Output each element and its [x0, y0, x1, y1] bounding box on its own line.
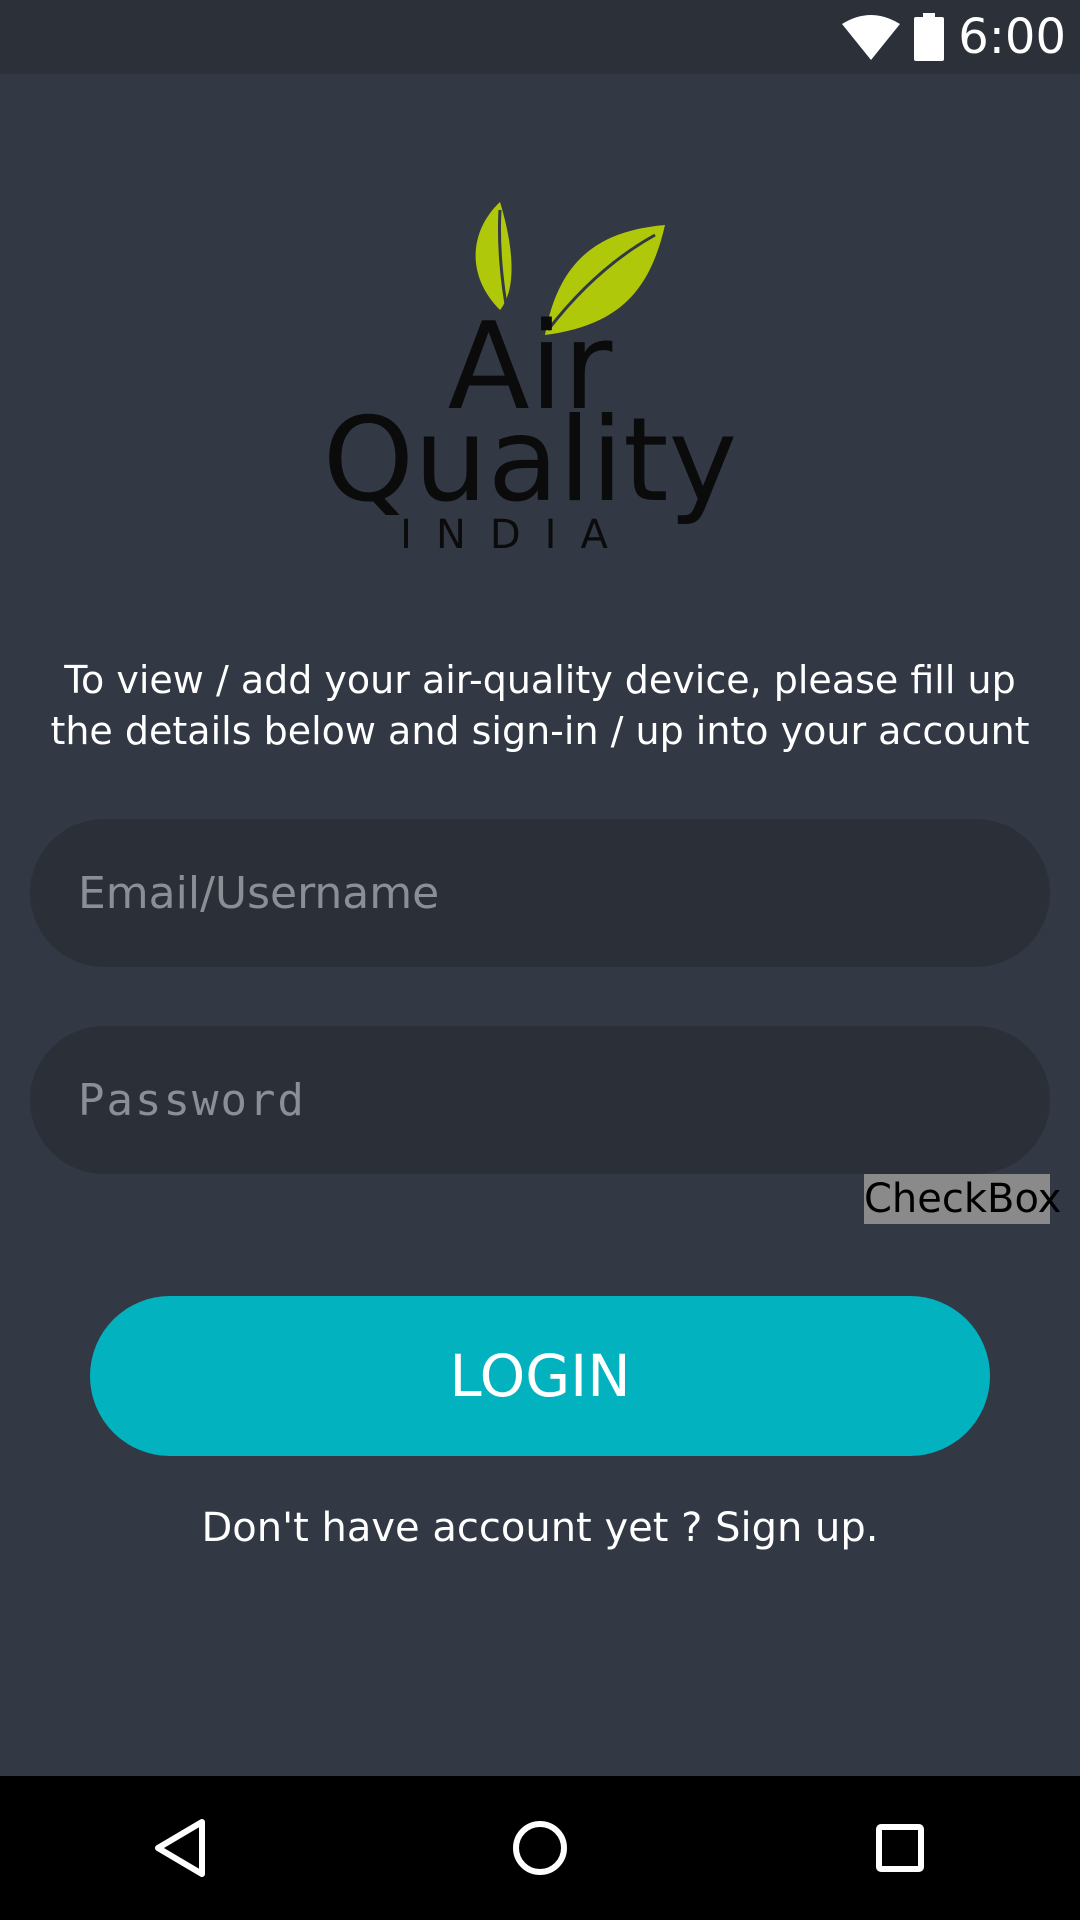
battery-icon — [914, 13, 945, 61]
home-icon — [513, 1821, 567, 1875]
recents-button[interactable] — [820, 1776, 980, 1920]
navigation-bar — [0, 1776, 1080, 1920]
status-time: 6:00 — [958, 9, 1066, 65]
signup-link[interactable]: Don't have account yet ? Sign up. — [0, 1505, 1080, 1551]
logo-india-text: INDIA — [400, 512, 632, 558]
back-icon — [155, 1819, 205, 1877]
status-bar: 6:00 — [0, 0, 1080, 74]
wifi-icon — [842, 15, 901, 60]
password-field-container[interactable] — [30, 1026, 1050, 1174]
show-password-checkbox[interactable]: CheckBox — [864, 1174, 1061, 1224]
login-button[interactable]: LOGIN — [90, 1296, 990, 1456]
logo-quality-text: Quality — [323, 393, 738, 528]
leaf-left-icon — [475, 202, 512, 310]
back-button[interactable] — [100, 1776, 260, 1920]
intro-text: To view / add your air-quality device, p… — [50, 658, 1030, 753]
app-logo: Air Quality INDIA — [323, 202, 738, 558]
login-screen: 6:00 Air Quality INDIA To view / add you… — [0, 0, 1080, 1920]
status-icons: 6:00 — [842, 0, 1066, 74]
home-button[interactable] — [460, 1776, 620, 1920]
email-field-container[interactable] — [30, 819, 1050, 967]
recents-icon — [876, 1824, 924, 1872]
password-field[interactable] — [76, 1073, 1050, 1127]
email-field[interactable] — [76, 866, 1050, 920]
